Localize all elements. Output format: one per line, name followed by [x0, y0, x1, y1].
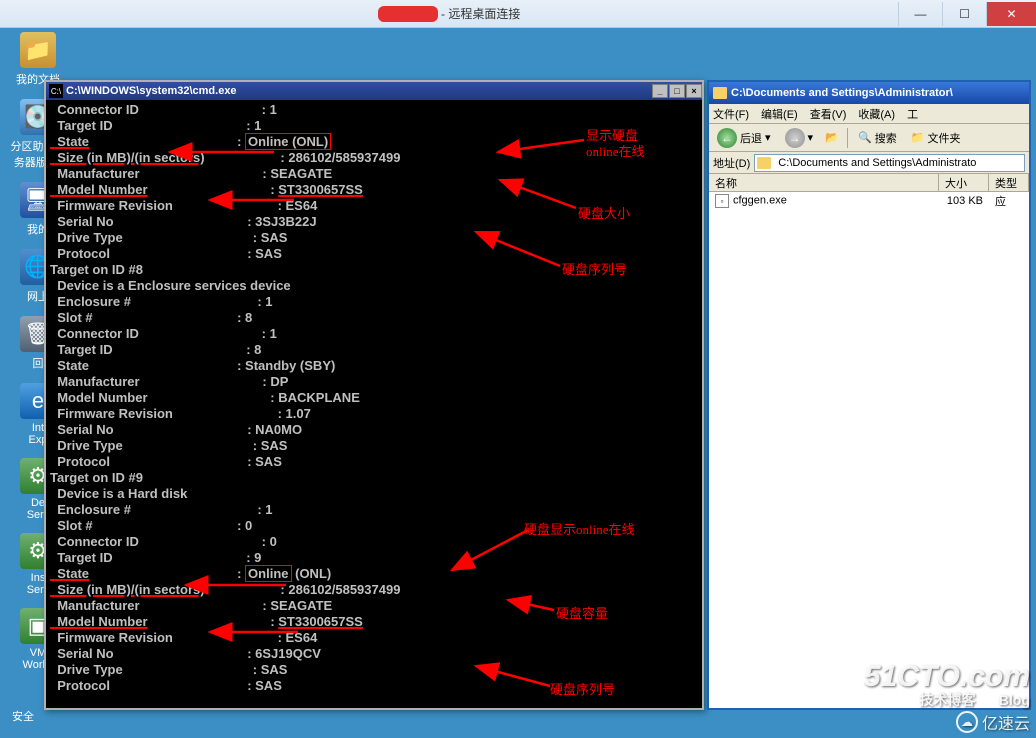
cmd-line: Device is a Enclosure services device — [50, 278, 702, 294]
annotation-label: 硬盘序列号 — [562, 262, 627, 278]
file-row[interactable]: ▫cfggen.exe103 KB应 — [709, 192, 1029, 210]
desktop-icon[interactable]: 📁我的文档 — [8, 32, 68, 87]
cmd-output: Connector ID : 1 Target ID : 1 State : O… — [46, 100, 702, 708]
cmd-titlebar[interactable]: C:\ C:\WINDOWS\system32\cmd.exe _ □ × — [46, 82, 702, 100]
desktop-icon-partial[interactable]: 安全 — [12, 708, 34, 724]
cmd-line: Drive Type : SAS — [50, 438, 702, 454]
window-title: - 远程桌面连接 — [0, 5, 898, 23]
cmd-line: Protocol : SAS — [50, 246, 702, 262]
cmd-line: State : Online (ONL) — [50, 566, 702, 582]
watermark-brand: ☁ 亿速云 — [956, 710, 1030, 734]
minimize-button[interactable]: — — [898, 2, 942, 26]
cmd-line: Model Number : BACKPLANE — [50, 390, 702, 406]
cmd-line: Model Number : ST3300657SS — [50, 182, 702, 198]
annotation-label: 硬盘序列号 — [550, 682, 615, 698]
menu-item[interactable]: 收藏(A) — [858, 106, 895, 122]
cmd-line: Drive Type : SAS — [50, 662, 702, 678]
cmd-line: Target ID : 9 — [50, 550, 702, 566]
cmd-maximize-button[interactable]: □ — [669, 84, 685, 98]
cmd-line: Connector ID : 1 — [50, 326, 702, 342]
cmd-line: Manufacturer : SEAGATE — [50, 166, 702, 182]
cmd-line: Firmware Revision : ES64 — [50, 630, 702, 646]
cmd-line: Serial No : NA0MO — [50, 422, 702, 438]
cmd-line: Protocol : SAS — [50, 454, 702, 470]
column-header[interactable]: 名称 — [709, 174, 939, 191]
address-label: 地址(D) — [713, 155, 750, 171]
cmd-line: Serial No : 6SJ19QCV — [50, 646, 702, 662]
address-input[interactable]: C:\Documents and Settings\Administrato — [754, 154, 1025, 172]
explorer-file-list: ▫cfggen.exe103 KB应 — [709, 192, 1029, 708]
cloud-icon: ☁ — [956, 711, 978, 733]
cmd-line: Firmware Revision : 1.07 — [50, 406, 702, 422]
column-header[interactable]: 大小 — [939, 174, 989, 191]
dropdown-icon: ▾ — [808, 131, 814, 144]
search-button[interactable]: 🔍 搜索 — [854, 128, 901, 148]
folder-icon — [757, 157, 771, 169]
cmd-close-button[interactable]: × — [686, 84, 702, 98]
cmd-title: C:\WINDOWS\system32\cmd.exe — [66, 85, 651, 97]
cmd-minimize-button[interactable]: _ — [652, 84, 668, 98]
exe-icon: ▫ — [715, 194, 729, 208]
cmd-line: Manufacturer : DP — [50, 374, 702, 390]
cmd-icon: C:\ — [49, 84, 63, 98]
censored-hostname — [378, 6, 438, 22]
cmd-line: Target on ID #9 — [50, 470, 702, 486]
cmd-line: Target ID : 8 — [50, 342, 702, 358]
annotation-label: 硬盘容量 — [556, 606, 608, 622]
explorer-titlebar[interactable]: C:\Documents and Settings\Administrator\ — [709, 82, 1029, 104]
remote-desktop: 📁我的文档💽分区助手服务器版5.5🖥我的🌐网上🗑回eIntExp⚙DeServ⚙… — [0, 28, 1036, 738]
cmd-line: Drive Type : SAS — [50, 230, 702, 246]
dropdown-icon: ▾ — [765, 131, 771, 144]
cmd-window: C:\ C:\WINDOWS\system32\cmd.exe _ □ × Co… — [44, 80, 704, 710]
explorer-window: C:\Documents and Settings\Administrator\… — [707, 80, 1031, 710]
cmd-line: Enclosure # : 1 — [50, 294, 702, 310]
watermark-sub: 技术博客 Blog — [920, 690, 1030, 710]
explorer-title: C:\Documents and Settings\Administrator\ — [731, 87, 953, 99]
back-button[interactable]: ← 后退 ▾ — [713, 126, 775, 150]
search-icon: 🔍 — [858, 131, 872, 144]
close-button[interactable]: ✕ — [986, 2, 1036, 26]
cmd-line: Slot # : 8 — [50, 310, 702, 326]
title-suffix: - 远程桌面连接 — [441, 7, 520, 21]
menu-item[interactable]: 工 — [907, 106, 918, 122]
annotation-label: 硬盘大小 — [578, 206, 630, 222]
folders-icon: 📁 — [911, 131, 925, 144]
app-icon: 📁 — [20, 32, 56, 68]
annotation-label: 显示硬盘online在线 — [586, 128, 645, 160]
cmd-line: Size (in MB)/(in sectors) : 286102/58593… — [50, 582, 702, 598]
cmd-line: Enclosure # : 1 — [50, 502, 702, 518]
explorer-menubar: 文件(F) 编辑(E) 查看(V) 收藏(A) 工 — [709, 104, 1029, 124]
up-button[interactable]: 📂 — [823, 129, 841, 147]
explorer-toolbar: ← 后退 ▾ → ▾ 📂 🔍 搜索 📁 文件夹 — [709, 124, 1029, 152]
menu-item[interactable]: 查看(V) — [810, 106, 847, 122]
back-icon: ← — [717, 128, 737, 148]
window-titlebar: - 远程桌面连接 — ☐ ✕ — [0, 0, 1036, 28]
cmd-line: State : Standby (SBY) — [50, 358, 702, 374]
cmd-line: Device is a Hard disk — [50, 486, 702, 502]
cmd-line: Connector ID : 1 — [50, 102, 702, 118]
explorer-addressbar: 地址(D) C:\Documents and Settings\Administ… — [709, 152, 1029, 174]
folders-button[interactable]: 📁 文件夹 — [907, 128, 965, 148]
forward-icon: → — [785, 128, 805, 148]
menu-item[interactable]: 文件(F) — [713, 106, 749, 122]
forward-button[interactable]: → ▾ — [781, 126, 818, 150]
explorer-list-header: 名称大小类型 — [709, 174, 1029, 192]
maximize-button[interactable]: ☐ — [942, 2, 986, 26]
watermark-logo: 51CTO.com — [864, 660, 1030, 694]
menu-item[interactable]: 编辑(E) — [761, 106, 798, 122]
column-header[interactable]: 类型 — [989, 174, 1029, 191]
folder-icon — [713, 87, 727, 99]
annotation-label: 硬盘显示online在线 — [524, 522, 635, 538]
